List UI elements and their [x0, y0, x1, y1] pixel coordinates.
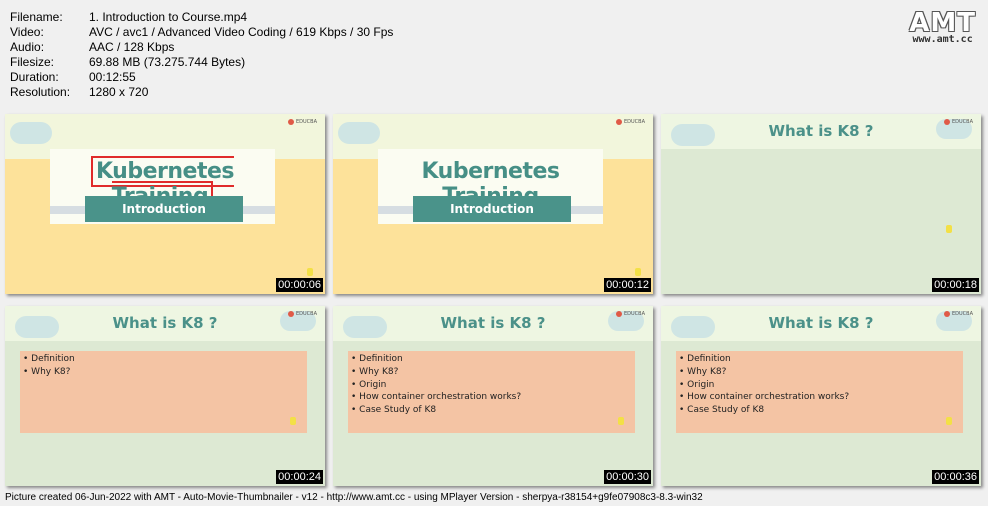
info-row: Filesize: 69.88 MB (73.275.744 Bytes) — [10, 55, 393, 70]
info-value: 1280 x 720 — [89, 85, 149, 99]
logo-url: www.amt.cc — [912, 34, 973, 45]
bullet-item: Definition — [23, 353, 75, 366]
info-key: Filesize: — [10, 55, 55, 69]
educba-logo: EDUCBA — [943, 119, 973, 125]
bullet-item: How container orchestration works? — [679, 391, 849, 404]
bullet-item: Definition — [351, 353, 521, 366]
thumbnail-3[interactable]: What is K8 ? EDUCBA 00:00:18 — [661, 114, 981, 294]
thumbnail-5[interactable]: What is K8 ? Definition Why K8? Origin H… — [333, 306, 653, 486]
timestamp: 00:00:30 — [604, 470, 651, 484]
footer-credit: Picture created 06-Jun-2022 with AMT - A… — [5, 492, 703, 503]
educba-logo: EDUCBA — [615, 311, 645, 317]
thumbnail-6[interactable]: What is K8 ? Definition Why K8? Origin H… — [661, 306, 981, 486]
cursor-icon — [635, 268, 641, 276]
educba-logo: EDUCBA — [615, 119, 645, 125]
bullet-list: Definition Why K8? Origin How container … — [351, 353, 521, 417]
cursor-icon — [307, 268, 313, 276]
info-value: 00:12:55 — [89, 70, 136, 84]
amt-logo: AMT www.amt.cc — [909, 8, 976, 45]
intro-banner: Introduction — [85, 196, 243, 222]
cursor-icon — [946, 225, 952, 233]
bullet-list: Definition Why K8? — [23, 353, 75, 379]
timestamp: 00:00:24 — [276, 470, 323, 484]
bullet-item: Case Study of K8 — [351, 404, 521, 417]
educba-logo: EDUCBA — [287, 119, 317, 125]
info-key: Video: — [10, 25, 44, 39]
info-value: AAC / 128 Kbps — [89, 40, 175, 54]
bullet-item: Why K8? — [679, 366, 849, 379]
slide-heading: What is K8 ? — [112, 314, 218, 332]
info-key: Filename: — [10, 10, 63, 24]
thumbnail-2[interactable]: Kubernetes Training Introduction EDUCBA … — [333, 114, 653, 294]
educba-logo: EDUCBA — [287, 311, 317, 317]
timestamp: 00:00:06 — [276, 278, 323, 292]
info-key: Resolution: — [10, 85, 71, 99]
slide-heading: What is K8 ? — [768, 314, 874, 332]
bullet-item: Why K8? — [351, 366, 521, 379]
info-key: Audio: — [10, 40, 45, 54]
slide-heading: What is K8 ? — [440, 314, 546, 332]
bullet-list: Definition Why K8? Origin How container … — [679, 353, 849, 417]
bullet-item: How container orchestration works? — [351, 391, 521, 404]
info-row: Video: AVC / avc1 / Advanced Video Coding… — [10, 25, 393, 40]
info-row: Resolution: 1280 x 720 — [10, 85, 393, 100]
info-value: 1. Introduction to Course.mp4 — [89, 10, 248, 24]
thumbnail-1[interactable]: Kubernetes Training Introduction EDUCBA … — [5, 114, 325, 294]
info-row: Filename: 1. Introduction to Course.mp4 — [10, 10, 393, 25]
cloud-graphic — [338, 122, 380, 144]
bullet-item: Origin — [679, 379, 849, 392]
bullet-item: Why K8? — [23, 366, 75, 379]
cursor-icon — [618, 417, 624, 425]
bullet-item: Definition — [679, 353, 849, 366]
file-info: Filename: 1. Introduction to Course.mp4 V… — [10, 10, 393, 100]
intro-banner: Introduction — [413, 196, 571, 222]
info-key: Duration: — [10, 70, 59, 84]
cloud-graphic — [10, 122, 52, 144]
timestamp: 00:00:36 — [932, 470, 979, 484]
bullet-item: Case Study of K8 — [679, 404, 849, 417]
slide-heading: What is K8 ? — [768, 122, 874, 140]
info-row: Duration: 00:12:55 — [10, 70, 393, 85]
info-row: Audio: AAC / 128 Kbps — [10, 40, 393, 55]
cursor-icon — [946, 417, 952, 425]
educba-logo: EDUCBA — [943, 311, 973, 317]
info-value: AVC / avc1 / Advanced Video Coding / 619… — [89, 25, 394, 39]
cursor-icon — [290, 417, 296, 425]
timestamp: 00:00:18 — [932, 278, 979, 292]
timestamp: 00:00:12 — [604, 278, 651, 292]
info-value: 69.88 MB (73.275.744 Bytes) — [89, 55, 246, 69]
bullet-item: Origin — [351, 379, 521, 392]
thumbnail-4[interactable]: What is K8 ? Definition Why K8? EDUCBA 0… — [5, 306, 325, 486]
